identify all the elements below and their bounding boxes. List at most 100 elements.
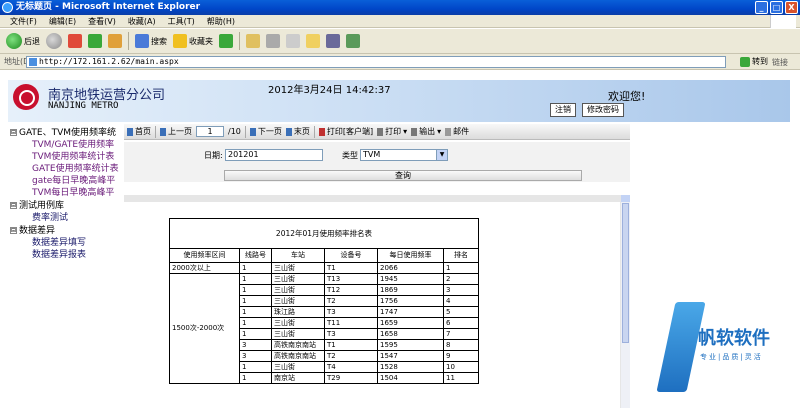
station-cell: 南京站 (271, 372, 325, 384)
rank-cell: 7 (443, 328, 479, 340)
folder-icon[interactable] (306, 34, 320, 48)
menu-file[interactable]: 文件(F) (10, 16, 37, 27)
line-cell: 1 (239, 284, 272, 296)
address-input[interactable]: http://172.161.2.62/main.aspx (26, 56, 726, 68)
table-row: 1500次-2000次 1 三山街 T13 1945 2 (169, 273, 479, 384)
table-header-row: 使用频率区间 线路号 车站 设备号 每日使用频率 排名 (169, 248, 479, 263)
sidebar-tree: ⊟ GATE、TVM使用频率统 TVM/GATE使用频率 TVM使用频率统计表 G… (0, 124, 122, 264)
date-label: 日期: (204, 151, 223, 160)
search-label: 搜索 (151, 36, 167, 46)
device-cell: T13 (324, 273, 378, 285)
menu-view[interactable]: 查看(V) (88, 16, 116, 27)
line-cell: 1 (239, 361, 272, 373)
favorites-button[interactable]: 收藏夹 (173, 34, 213, 48)
rank-cell: 3 (443, 284, 479, 296)
search-button[interactable]: 搜索 (135, 34, 167, 48)
print-icon (377, 127, 384, 136)
chevron-down-icon[interactable]: ▼ (436, 150, 447, 160)
edit-icon[interactable] (286, 34, 300, 48)
stop-icon[interactable] (68, 34, 82, 48)
rank-cell: 9 (443, 350, 479, 362)
station-cell: 三山街 (271, 273, 325, 285)
mail-button[interactable]: 邮件 (445, 126, 469, 137)
print-button[interactable]: 打印 ▾ (377, 126, 407, 137)
mail-icon[interactable] (246, 34, 260, 48)
back-button[interactable]: 后退 (6, 33, 40, 49)
menu-favorites[interactable]: 收藏(A) (128, 16, 156, 27)
column-header: 车站 (271, 248, 325, 263)
refresh-icon[interactable] (88, 34, 102, 48)
last-page-button[interactable]: 末页 (285, 126, 310, 137)
export-button[interactable]: 输出 ▾ (411, 126, 441, 137)
address-url: http://172.161.2.62/main.aspx (39, 57, 179, 66)
page-number-input[interactable]: 1 (196, 126, 224, 137)
rank-cell: 11 (443, 372, 479, 384)
device-cell: T4 (324, 361, 378, 373)
last-page-label: 末页 (293, 127, 310, 136)
forward-button[interactable] (46, 33, 62, 49)
page-total: /10 (228, 127, 241, 136)
close-button[interactable]: X (785, 1, 798, 14)
pdf-print-icon (318, 127, 325, 136)
device-cell: T11 (324, 317, 378, 329)
line-cell: 1 (239, 262, 272, 274)
change-password-button[interactable]: 修改密码 (582, 103, 624, 117)
scroll-thumb[interactable] (622, 203, 629, 343)
history-icon[interactable] (219, 34, 233, 48)
favorites-label: 收藏夹 (189, 36, 213, 46)
line-cell: 1 (239, 273, 272, 285)
tree-link-tvm-peak[interactable]: TVM每日早晚高峰平 (32, 185, 114, 198)
scroll-up-icon[interactable] (621, 195, 630, 202)
links-button[interactable]: 链接 (772, 57, 788, 68)
collapse-icon[interactable]: ⊟ (10, 129, 17, 136)
column-header: 排名 (443, 248, 479, 263)
next-page-button[interactable]: 下一页 (249, 126, 282, 137)
next-page-icon (249, 127, 256, 136)
logout-button[interactable]: 注销 (550, 103, 576, 117)
menu-help[interactable]: 帮助(H) (207, 16, 235, 27)
company-name-en: NANJING METRO (48, 101, 119, 111)
messenger-icon[interactable] (326, 34, 340, 48)
go-button[interactable]: 转到 (740, 56, 768, 67)
menu-tools[interactable]: 工具(T) (168, 16, 195, 27)
table-title-row: 2012年01月使用频率排名表 (169, 218, 479, 249)
tree-link-fare-test[interactable]: 费率测试 (32, 210, 68, 223)
report-scrollbar[interactable] (621, 195, 630, 408)
tree-link-diff-report[interactable]: 数据差异报表 (32, 247, 86, 260)
station-cell: 三山街 (271, 328, 325, 340)
menu-edit[interactable]: 编辑(E) (49, 16, 76, 27)
minimize-button[interactable]: _ (755, 1, 768, 14)
first-page-button[interactable]: 首页 (127, 126, 151, 137)
rank-cell: 10 (443, 361, 479, 373)
line-cell: 1 (239, 295, 272, 307)
station-cell: 高铁南京南站 (271, 350, 325, 362)
print-client-button[interactable]: 打印[客户端] (318, 126, 373, 137)
watermark-tagline: 专业|品质|灵活 (700, 353, 763, 361)
collapse-icon[interactable]: ⊟ (10, 227, 17, 234)
tools-icon[interactable] (346, 34, 360, 48)
maximize-button[interactable]: □ (770, 1, 783, 14)
export-icon (411, 127, 418, 136)
rank-cell: 8 (443, 339, 479, 351)
chevron-down-icon: ▾ (403, 127, 408, 136)
device-cell: T12 (324, 284, 378, 296)
line-cell: 1 (239, 328, 272, 340)
last-page-icon (285, 127, 292, 136)
freq-cell: 1547 (377, 350, 444, 362)
freq-cell: 1504 (377, 372, 444, 384)
device-cell: T1 (324, 339, 378, 351)
date-input[interactable]: 201201 (225, 149, 323, 161)
home-icon[interactable] (108, 34, 122, 48)
report-toolbar: 首页 上一页 1 /10 下一页 末页 打印[客户端] 打印 ▾ 输出 ▾ 邮件 (124, 124, 630, 140)
station-cell: 三山街 (271, 262, 325, 274)
query-button[interactable]: 查询 (224, 170, 582, 181)
go-label: 转到 (752, 57, 768, 66)
watermark-brand: 帆软软件 (698, 328, 770, 349)
station-cell: 珠江路 (271, 306, 325, 318)
type-select[interactable]: TVM ▼ (360, 149, 448, 161)
rank-cell: 6 (443, 317, 479, 329)
prev-page-button[interactable]: 上一页 (160, 126, 192, 137)
collapse-icon[interactable]: ⊟ (10, 202, 17, 209)
freq-cell: 1658 (377, 328, 444, 340)
print-icon[interactable] (266, 34, 280, 48)
